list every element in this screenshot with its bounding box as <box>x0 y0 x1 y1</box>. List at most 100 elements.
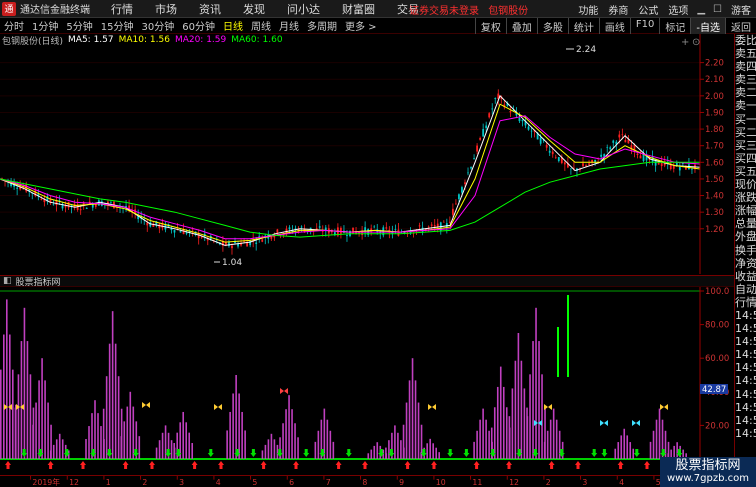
user-label[interactable]: 游客 <box>726 2 756 17</box>
menu-formula[interactable]: 公式 <box>633 2 663 17</box>
candle-body <box>179 230 182 233</box>
back-button[interactable]: 返回 <box>725 18 756 34</box>
side-item[interactable]: 14:50 <box>735 374 756 387</box>
period-daily[interactable]: 日线 <box>219 18 247 33</box>
mark-button[interactable]: 标记 <box>659 18 690 34</box>
indicator-bar <box>664 430 667 459</box>
side-item[interactable]: 涨跌 <box>735 191 756 204</box>
side-item[interactable]: 14:50 <box>735 309 756 322</box>
gear-icon[interactable]: ⊙ <box>692 37 700 48</box>
period-monthly[interactable]: 月线 <box>275 18 303 33</box>
side-item[interactable]: 14:50 <box>735 322 756 335</box>
menu-market[interactable]: 市场 <box>144 1 188 17</box>
candle-body <box>518 117 521 122</box>
indicator-bar <box>14 407 17 459</box>
period-weekly[interactable]: 周线 <box>247 18 275 33</box>
indicator-bar <box>629 442 632 459</box>
side-item[interactable]: 14:50 <box>735 427 756 440</box>
indicator-settings-icon[interactable]: ◧ <box>3 276 12 286</box>
side-item[interactable]: 买三 <box>735 139 756 152</box>
period-multi[interactable]: 多周期 <box>303 18 341 33</box>
side-item[interactable]: 现价 <box>735 178 756 191</box>
period-30min[interactable]: 30分钟 <box>137 18 178 33</box>
indicator-grid <box>0 290 700 460</box>
side-item[interactable]: 卖三 <box>735 73 756 86</box>
candle-body <box>243 241 245 243</box>
indicator-bar <box>188 432 191 459</box>
period-15min[interactable]: 15分钟 <box>97 18 138 33</box>
remove-watchlist-button[interactable]: -自选 <box>690 18 725 34</box>
period-more[interactable]: 更多 > <box>341 18 381 33</box>
legend-ma20: MA20: 1.59 <box>174 35 227 45</box>
candle-body <box>612 140 615 143</box>
minimize-icon[interactable]: ▁ <box>693 4 709 15</box>
indicator-chart[interactable]: 100.080.0060.0040.0020.00 42.87 <box>0 287 734 475</box>
menu-ask[interactable]: 问小达 <box>276 1 331 17</box>
multi-stock-button[interactable]: 多股 <box>536 18 568 34</box>
menu-function[interactable]: 功能 <box>573 2 603 17</box>
side-item[interactable]: 买四 <box>735 152 756 165</box>
period-60min[interactable]: 60分钟 <box>178 18 219 33</box>
side-item[interactable]: 卖二 <box>735 86 756 99</box>
side-item[interactable]: 买五 <box>735 165 756 178</box>
side-item[interactable]: 换手 <box>735 244 756 257</box>
menu-quotes[interactable]: 行情 <box>100 1 144 17</box>
f10-button[interactable]: F10 <box>629 18 659 34</box>
side-item[interactable]: 涨幅 <box>735 204 756 217</box>
indicator-bar <box>620 435 623 459</box>
sell-arrow-icon <box>633 449 640 457</box>
indicator-bar <box>614 448 617 459</box>
indicator-bar <box>505 407 508 459</box>
side-item[interactable]: 14:50 <box>735 335 756 348</box>
candle-body <box>231 245 233 249</box>
side-item[interactable]: 自动 <box>735 283 756 296</box>
login-notice[interactable]: 证券交易未登录 包钢股份 <box>409 2 528 17</box>
side-item[interactable]: 卖四 <box>735 60 756 73</box>
overlay-button[interactable]: 叠加 <box>505 18 537 34</box>
indicator-bar <box>129 391 132 459</box>
menu-wealth[interactable]: 财富圈 <box>331 1 386 17</box>
indicator-bar <box>100 426 102 459</box>
side-item[interactable]: 买一 <box>735 113 756 126</box>
period-1min[interactable]: 1分钟 <box>28 18 62 33</box>
side-item[interactable]: 卖一 <box>735 99 756 112</box>
indicator-bar <box>41 358 43 459</box>
indicator-bar <box>414 380 417 459</box>
stats-button[interactable]: 统计 <box>567 18 599 34</box>
side-item[interactable]: 外盘 <box>735 230 756 243</box>
side-item[interactable]: 收益 <box>735 270 756 283</box>
candle-body <box>79 209 82 211</box>
candle-body <box>288 227 291 230</box>
period-5min[interactable]: 5分钟 <box>62 18 96 33</box>
draw-button[interactable]: 画线 <box>598 18 630 34</box>
side-item[interactable]: 14:50 <box>735 414 756 427</box>
plus-icon[interactable]: + <box>681 37 689 48</box>
indicator-bar <box>20 341 23 459</box>
indicator-bar <box>543 441 546 459</box>
side-item[interactable]: 净资 <box>735 257 756 270</box>
menu-options[interactable]: 选项 <box>663 2 693 17</box>
adjust-button[interactable]: 复权 <box>474 18 506 34</box>
side-item[interactable]: 总量 <box>735 217 756 230</box>
menu-broker[interactable]: 券商 <box>603 2 633 17</box>
period-intraday[interactable]: 分时 <box>0 18 28 33</box>
side-item[interactable]: 14:50 <box>735 361 756 374</box>
side-item[interactable]: 行情 <box>735 296 756 309</box>
menu-news[interactable]: 资讯 <box>188 1 232 17</box>
price-chart[interactable]: 2.20 2.10 2.00 1.90 1.80 1.70 1.60 1.50 1.40 1.30… <box>0 34 734 274</box>
indicator-bar <box>549 419 552 459</box>
indicator-bar <box>485 419 487 459</box>
menu-discover[interactable]: 发现 <box>232 1 276 17</box>
side-item[interactable]: 14:50 <box>735 388 756 401</box>
side-item[interactable]: 买二 <box>735 126 756 139</box>
indicator-bar <box>111 311 114 459</box>
side-item[interactable]: 14:50 <box>735 348 756 361</box>
indicator-bar <box>55 439 58 459</box>
side-item[interactable]: 委比 <box>735 34 756 47</box>
maximize-icon[interactable]: ☐ <box>709 4 726 15</box>
price-tick-label: 1.20 <box>705 225 724 235</box>
app-title: 通达信金融终端 <box>20 5 90 16</box>
indicator-bar <box>264 444 267 459</box>
side-item[interactable]: 14:50 <box>735 401 756 414</box>
side-item[interactable]: 卖五 <box>735 47 756 60</box>
